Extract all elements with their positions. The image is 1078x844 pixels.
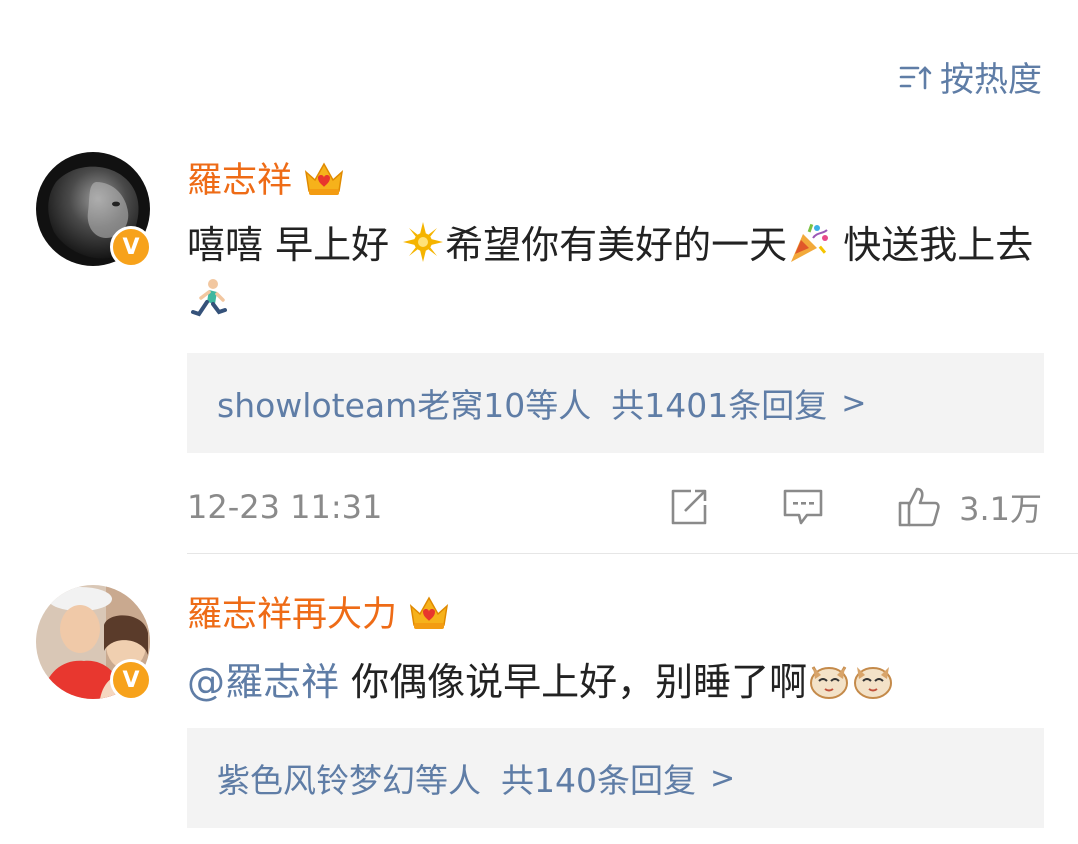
replies-users: 紫色风铃梦幻等人 <box>217 761 481 800</box>
chevron-right-icon: > <box>710 760 736 796</box>
runner-emoji <box>191 279 227 317</box>
like-button[interactable]: 3.1万 <box>897 484 1042 530</box>
username-label: 羅志祥 <box>187 161 293 201</box>
comment-text-part: 快送我上去 <box>831 223 1034 267</box>
avatar[interactable]: V <box>36 585 152 701</box>
comment-username[interactable]: 羅志祥 <box>187 152 346 203</box>
comment-username[interactable]: 羅志祥再大力 <box>187 586 451 637</box>
party-popper-emoji <box>791 223 829 262</box>
avatar[interactable]: V <box>36 152 152 268</box>
crown-vip-icon <box>409 595 449 629</box>
thumbs-up-icon <box>898 487 940 527</box>
comment-text-part: 希望你有美好的一天 <box>445 223 788 267</box>
chevron-right-icon: > <box>841 385 867 421</box>
verified-badge: V <box>110 659 152 701</box>
comment-text: 嘻嘻 早上好 希望你有美好的一天 快送我上去 <box>187 216 1038 332</box>
mention-link[interactable]: @羅志祥 <box>187 660 339 704</box>
replies-count: 共140条回复 <box>501 761 696 800</box>
crown-vip-icon <box>304 161 344 195</box>
sort-label: 按热度 <box>940 60 1042 100</box>
username-label: 羅志祥再大力 <box>187 595 398 635</box>
replies-link[interactable]: showloteam老窝10等人 共1401条回复 > <box>187 353 1044 453</box>
sort-hot-icon <box>899 65 932 89</box>
comment-icon[interactable] <box>781 485 825 529</box>
sun-emoji <box>403 222 444 262</box>
comment-divider <box>187 553 1078 554</box>
comment-text-part: 你偶像说早上好，别睡了啊 <box>339 660 808 704</box>
replies-count: 共1401条回复 <box>611 386 828 425</box>
comment-text: @羅志祥 你偶像说早上好，别睡了啊 <box>187 653 1038 711</box>
verified-badge: V <box>110 226 152 268</box>
sort-button[interactable]: 按热度 <box>898 52 1042 101</box>
cat-face-emoji <box>810 666 849 699</box>
replies-link[interactable]: 紫色风铃梦幻等人 共140条回复 > <box>187 728 1044 828</box>
comment-meta-row: 12-23 11:31 3.1万 <box>187 482 1042 532</box>
like-count: 3.1万 <box>959 490 1042 528</box>
cat-face-emoji <box>854 667 893 699</box>
replies-users: showloteam老窝10等人 <box>217 386 592 425</box>
comment-text-part: 嘻嘻 早上好 <box>187 223 402 267</box>
share-icon[interactable] <box>667 485 711 529</box>
comments-page: 按热度 V 羅志祥 嘻嘻 早上好 希望你有美好的一天 快送我上去 showlot… <box>0 0 1078 844</box>
